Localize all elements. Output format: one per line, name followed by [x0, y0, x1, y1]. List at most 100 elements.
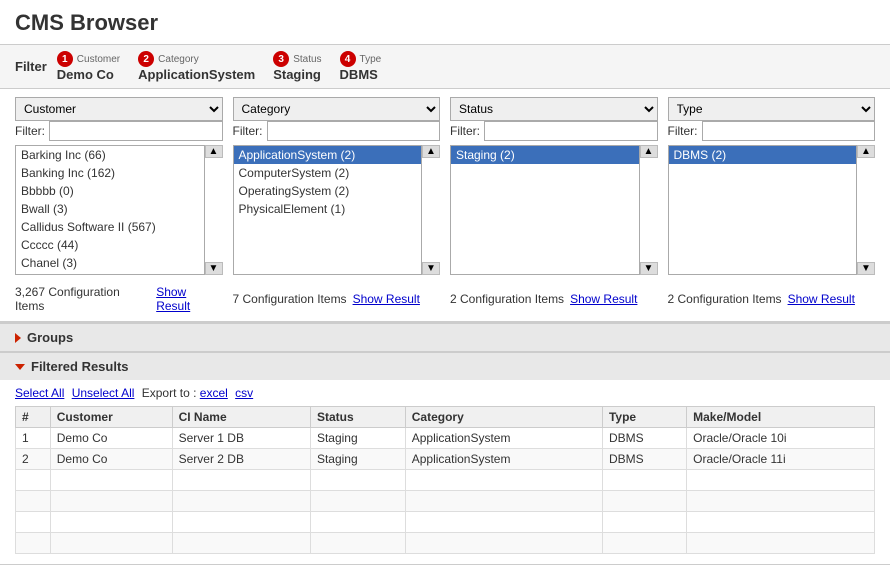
col-header-6: Make/Model	[687, 407, 875, 428]
empty-cell-1-6	[687, 491, 875, 512]
filter-label-1: Filter:	[233, 124, 263, 138]
filtered-results-triangle-icon	[15, 364, 25, 370]
empty-cell-3-0	[16, 533, 51, 554]
filter-input-2[interactable]	[484, 121, 658, 141]
table-row-empty	[16, 512, 875, 533]
scroll-up-btn-2[interactable]: ▲	[640, 145, 658, 158]
filter-section: Customer Filter: Barking Inc (66)Banking I…	[0, 89, 890, 323]
filter-tag-value-1: Demo Co	[57, 67, 120, 82]
listbox-item-1-3[interactable]: PhysicalElement (1)	[234, 200, 422, 218]
filter-input-1[interactable]	[267, 121, 441, 141]
listbox-item-0-7[interactable]: Chuck's Test Customer (0)	[16, 272, 204, 275]
empty-cell-3-1	[50, 533, 172, 554]
listbox-wrap-1: ApplicationSystem (2)ComputerSystem (2)O…	[233, 145, 441, 275]
listbox-item-3-0[interactable]: DBMS (2)	[669, 146, 857, 164]
empty-cell-3-3	[310, 533, 405, 554]
empty-cell-2-6	[687, 512, 875, 533]
scroll-down-btn-1[interactable]: ▼	[422, 262, 440, 275]
listbox-item-1-2[interactable]: OperatingSystem (2)	[234, 182, 422, 200]
page-title: CMS Browser	[0, 0, 890, 45]
listbox-item-1-0[interactable]: ApplicationSystem (2)	[234, 146, 422, 164]
empty-cell-0-4	[405, 470, 602, 491]
scroll-down-btn-2[interactable]: ▼	[640, 262, 658, 275]
filtered-results-header[interactable]: Filtered Results	[0, 352, 890, 380]
groups-title: Groups	[27, 330, 73, 345]
listbox-item-0-3[interactable]: Bwall (3)	[16, 200, 204, 218]
unselect-all-link[interactable]: Unselect All	[72, 386, 135, 400]
filter-col-1: Category Filter: ApplicationSystem (2)Comp…	[233, 97, 441, 275]
empty-cell-2-5	[602, 512, 686, 533]
empty-cell-3-2	[172, 533, 310, 554]
col-header-1: Customer	[50, 407, 172, 428]
filter-tag-name-4: Type	[360, 54, 382, 65]
cell-0-6: Oracle/Oracle 10i	[687, 428, 875, 449]
listbox-0[interactable]: Barking Inc (66)Banking Inc (162)Bbbbb (…	[15, 145, 205, 275]
export-csv-link[interactable]: csv	[235, 386, 253, 400]
filter-dropdown-2[interactable]: Status	[450, 97, 658, 121]
listbox-item-0-4[interactable]: Callidus Software II (567)	[16, 218, 204, 236]
cell-0-2: Server 1 DB	[172, 428, 310, 449]
scroll-down-btn-0[interactable]: ▼	[205, 262, 223, 275]
results-actions: Select All Unselect All Export to : exce…	[15, 380, 875, 406]
filter-tag-2: 2 Category ApplicationSystem	[138, 51, 255, 82]
cell-0-0: 1	[16, 428, 51, 449]
cell-0-3: Staging	[310, 428, 405, 449]
listbox-item-0-5[interactable]: Ccccc (44)	[16, 236, 204, 254]
filter-tag-name-3: Status	[293, 54, 321, 65]
filter-tag-1: 1 Customer Demo Co	[57, 51, 120, 82]
show-result-link-3[interactable]: Show Result	[788, 292, 855, 306]
results-table: #CustomerCI NameStatusCategoryTypeMake/M…	[15, 406, 875, 554]
select-all-link[interactable]: Select All	[15, 386, 64, 400]
empty-cell-1-1	[50, 491, 172, 512]
table-row[interactable]: 1Demo CoServer 1 DBStagingApplicationSys…	[16, 428, 875, 449]
scroll-up-btn-0[interactable]: ▲	[205, 145, 223, 158]
filter-input-3[interactable]	[702, 121, 876, 141]
filter-input-0[interactable]	[49, 121, 223, 141]
filter-label-2: Filter:	[450, 124, 480, 138]
filter-dropdown-0[interactable]: Customer	[15, 97, 223, 121]
scroll-up-btn-3[interactable]: ▲	[857, 145, 875, 158]
empty-cell-2-4	[405, 512, 602, 533]
empty-cell-0-6	[687, 470, 875, 491]
empty-cell-0-1	[50, 470, 172, 491]
empty-cell-2-3	[310, 512, 405, 533]
listbox-wrap-2: Staging (2) ▲ ▼	[450, 145, 658, 275]
filter-col-3: TypeFilter:DBMS (2) ▲ ▼	[668, 97, 876, 275]
listbox-item-2-0[interactable]: Staging (2)	[451, 146, 639, 164]
show-result-link-2[interactable]: Show Result	[570, 292, 637, 306]
listbox-item-0-6[interactable]: Chanel (3)	[16, 254, 204, 272]
cell-1-6: Oracle/Oracle 11i	[687, 449, 875, 470]
filter-label-0: Filter:	[15, 124, 45, 138]
cell-1-5: DBMS	[602, 449, 686, 470]
groups-section[interactable]: Groups	[0, 323, 890, 352]
cell-0-1: Demo Co	[50, 428, 172, 449]
cell-0-5: DBMS	[602, 428, 686, 449]
groups-header[interactable]: Groups	[0, 323, 890, 351]
filter-col-2: Status Filter: Staging (2) ▲ ▼	[450, 97, 658, 275]
listbox-1[interactable]: ApplicationSystem (2)ComputerSystem (2)O…	[233, 145, 423, 275]
filter-badge-4: 4	[340, 51, 356, 67]
cell-1-4: ApplicationSystem	[405, 449, 602, 470]
listbox-item-0-2[interactable]: Bbbbb (0)	[16, 182, 204, 200]
filter-col-0: Customer Filter: Barking Inc (66)Banking I…	[15, 97, 223, 275]
listbox-2[interactable]: Staging (2)	[450, 145, 640, 275]
listbox-item-1-1[interactable]: ComputerSystem (2)	[234, 164, 422, 182]
export-excel-link[interactable]: excel	[200, 386, 228, 400]
filter-bar-label: Filter	[15, 59, 47, 74]
listbox-3[interactable]: DBMS (2)	[668, 145, 858, 275]
filter-tag-value-3: Staging	[273, 67, 321, 82]
table-row[interactable]: 2Demo CoServer 2 DBStagingApplicationSys…	[16, 449, 875, 470]
footer-col-3: 2 Configuration Items Show Result	[668, 285, 876, 313]
filter-dropdown-3[interactable]: Type	[668, 97, 876, 121]
filtered-results-title: Filtered Results	[31, 359, 129, 374]
footer-col-1: 7 Configuration Items Show Result	[233, 285, 441, 313]
listbox-item-0-0[interactable]: Barking Inc (66)	[16, 146, 204, 164]
filter-dropdown-1[interactable]: Category	[233, 97, 441, 121]
listbox-item-0-1[interactable]: Banking Inc (162)	[16, 164, 204, 182]
scroll-down-btn-3[interactable]: ▼	[857, 262, 875, 275]
scroll-up-btn-1[interactable]: ▲	[422, 145, 440, 158]
config-count-3: 2 Configuration Items	[668, 292, 782, 306]
show-result-link-1[interactable]: Show Result	[353, 292, 420, 306]
show-result-link-0[interactable]: Show Result	[156, 285, 222, 313]
config-count-1: 7 Configuration Items	[233, 292, 347, 306]
